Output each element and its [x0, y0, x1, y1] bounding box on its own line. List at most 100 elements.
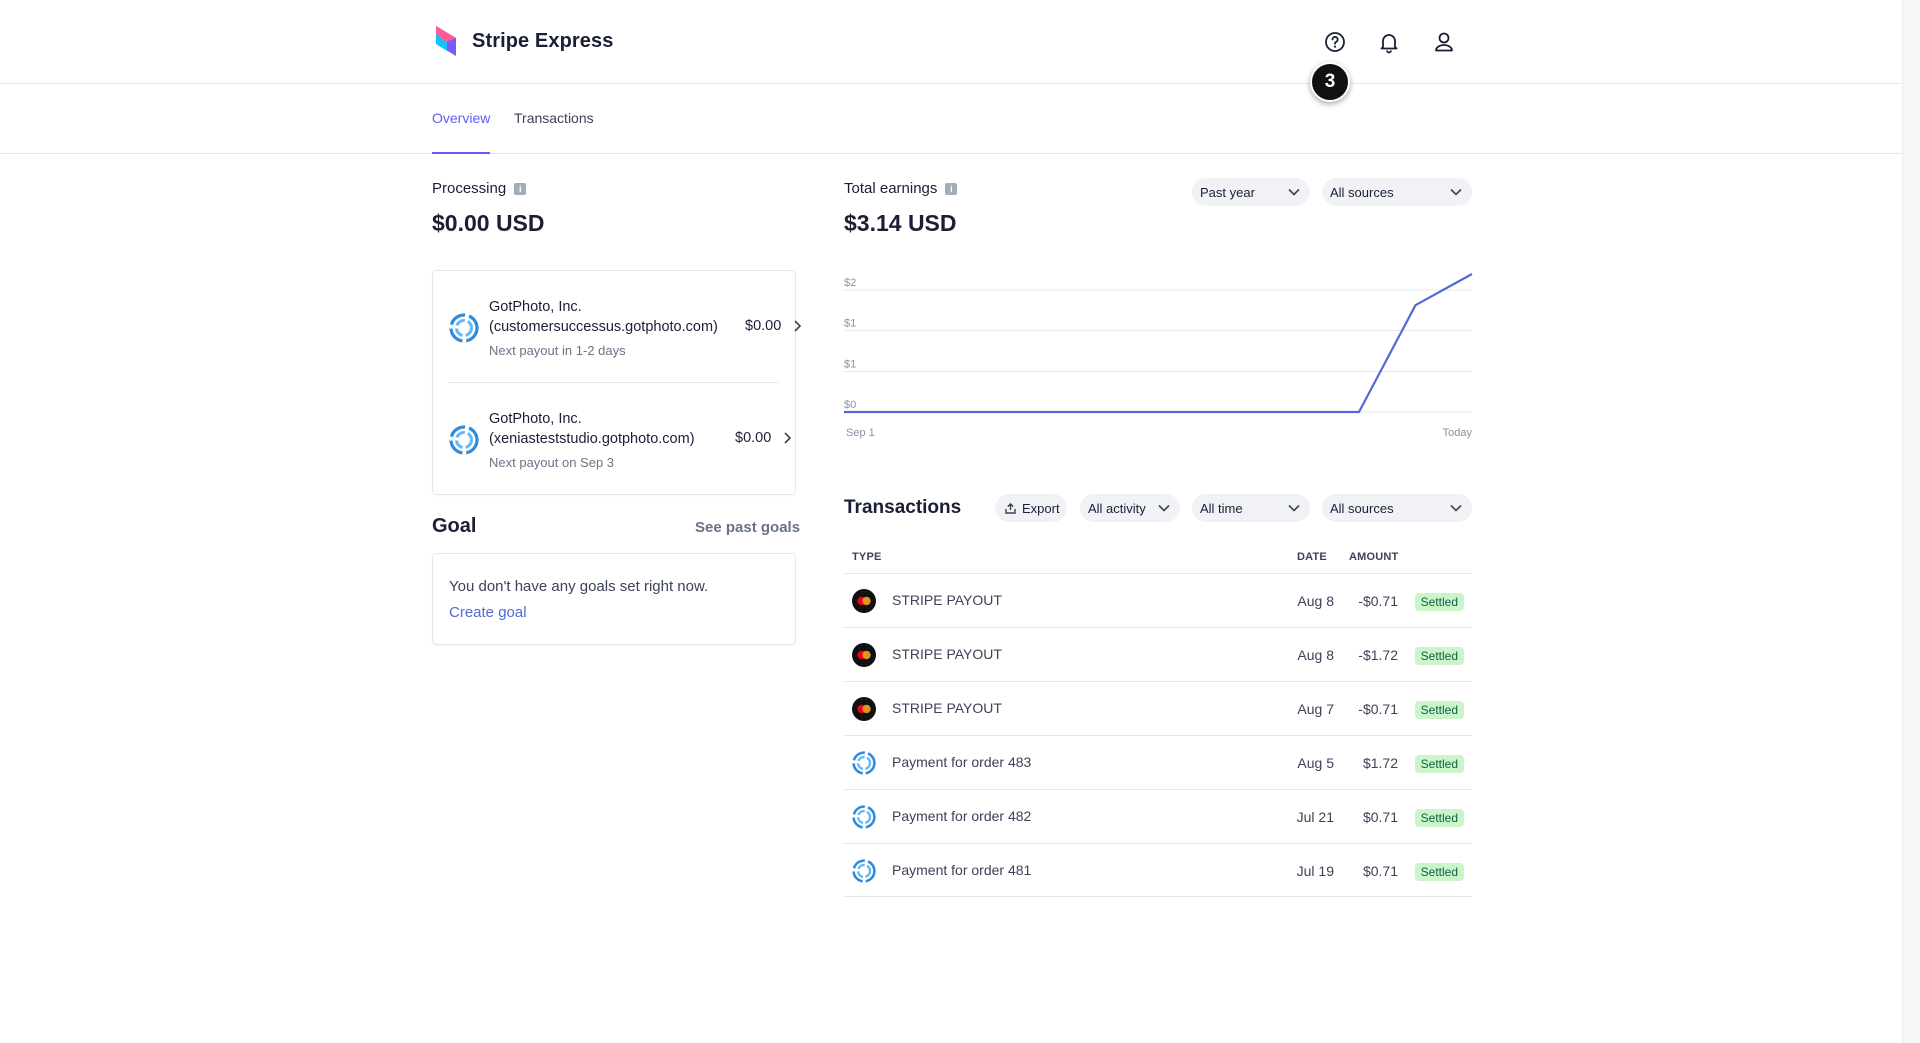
transaction-type: Payment for order 481	[892, 862, 1032, 878]
chevron-right-icon	[794, 320, 802, 332]
transaction-amount: $1.72	[1362, 755, 1398, 771]
earnings-series-line	[844, 273, 1473, 414]
tx-source-dropdown-value: All sources	[1330, 500, 1394, 516]
payouts-card: GotPhoto, Inc. (customersuccessus.gotpho…	[432, 270, 802, 495]
activity-dropdown[interactable]: All activity	[1080, 494, 1180, 522]
info-icon[interactable]: i	[514, 182, 527, 195]
transaction-date: Jul 19	[1296, 863, 1334, 879]
payout-amount: $0.00	[735, 430, 772, 446]
x-tick-label: Sep 1	[846, 427, 875, 439]
processing-title: Processing i	[432, 180, 527, 197]
column-header-type: TYPE	[852, 551, 882, 563]
payout-schedule: Next payout on Sep 3	[489, 455, 615, 470]
earnings-source-dropdown[interactable]: All sources	[1322, 178, 1472, 206]
chevron-down-icon	[1288, 187, 1300, 197]
status-badge: Settled	[1414, 755, 1464, 773]
payout-item[interactable]: GotPhoto, Inc. (xeniasteststudio.gotphot…	[449, 383, 792, 493]
info-icon[interactable]: i	[945, 182, 958, 195]
table-row[interactable]: Payment for order 482 Jul 21 $0.71 Settled	[844, 789, 1472, 843]
transaction-type: STRIPE PAYOUT	[892, 700, 1002, 716]
processing-label: Processing	[432, 180, 507, 197]
mastercard-icon	[852, 643, 876, 667]
mastercard-icon	[852, 589, 876, 613]
time-dropdown[interactable]: All time	[1192, 494, 1310, 522]
payout-schedule: Next payout in 1-2 days	[489, 343, 626, 358]
nav-tabs: Overview Transactions	[0, 84, 1902, 154]
chevron-down-icon	[1450, 187, 1462, 197]
transaction-amount: -$0.71	[1358, 701, 1398, 717]
transaction-type: STRIPE PAYOUT	[892, 592, 1002, 608]
stripe-express-logo-icon[interactable]	[434, 26, 458, 58]
y-tick-label: $2	[844, 277, 856, 289]
chevron-down-icon	[1158, 503, 1170, 513]
transaction-type: Payment for order 482	[892, 808, 1032, 824]
chevron-down-icon	[1288, 503, 1300, 513]
gotphoto-icon	[449, 313, 479, 343]
period-dropdown-value: Past year	[1200, 184, 1255, 200]
page-scrollbar[interactable]	[1902, 0, 1920, 1043]
transaction-type: STRIPE PAYOUT	[892, 646, 1002, 662]
table-row[interactable]: STRIPE PAYOUT Aug 8 -$0.71 Settled	[844, 573, 1472, 627]
payout-amount: $0.00	[745, 318, 782, 334]
status-badge: Settled	[1414, 593, 1464, 611]
transaction-date: Aug 8	[1297, 593, 1334, 609]
transaction-date: Aug 7	[1297, 701, 1334, 717]
transaction-date: Aug 5	[1297, 755, 1334, 771]
transaction-date: Aug 8	[1297, 647, 1334, 663]
processing-amount: $0.00 USD	[432, 210, 545, 236]
activity-dropdown-value: All activity	[1088, 500, 1146, 516]
table-row[interactable]: Payment for order 483 Aug 5 $1.72 Settled	[844, 735, 1472, 789]
period-dropdown[interactable]: Past year	[1192, 178, 1310, 206]
earnings-line-chart: $2 $1 $1 $0 Sep 1 Today	[844, 273, 1473, 439]
transactions-title: Transactions	[844, 497, 962, 518]
goal-title: Goal	[432, 515, 477, 537]
gotphoto-icon	[852, 859, 876, 883]
column-header-amount: AMOUNT	[1349, 551, 1399, 563]
table-row[interactable]: Payment for order 481 Jul 19 $0.71 Settled	[844, 843, 1472, 897]
export-label: Export	[1022, 500, 1060, 516]
bell-icon[interactable]	[1376, 29, 1402, 55]
top-header: Stripe Express	[0, 0, 1902, 84]
column-header-date: DATE	[1297, 551, 1327, 563]
transaction-date: Jul 21	[1296, 809, 1334, 825]
transaction-amount: -$1.72	[1358, 647, 1398, 663]
gotphoto-icon	[449, 425, 479, 455]
total-earnings-amount: $3.14 USD	[844, 210, 957, 236]
user-icon[interactable]	[1431, 29, 1457, 55]
mastercard-icon	[852, 697, 876, 721]
tab-transactions[interactable]: Transactions	[514, 110, 594, 154]
export-button[interactable]: Export	[995, 494, 1067, 522]
payout-account-name: GotPhoto, Inc. (customersuccessus.gotpho…	[489, 299, 718, 335]
transaction-amount: -$0.71	[1358, 593, 1398, 609]
y-tick-label: $1	[844, 318, 856, 330]
table-row[interactable]: STRIPE PAYOUT Aug 8 -$1.72 Settled	[844, 627, 1472, 681]
total-earnings-title: Total earnings i	[844, 180, 958, 197]
transaction-amount: $0.71	[1362, 809, 1398, 825]
status-badge: Settled	[1414, 701, 1464, 719]
table-row[interactable]: STRIPE PAYOUT Aug 7 -$0.71 Settled	[844, 681, 1472, 735]
goal-card: You don't have any goals set right now. …	[432, 553, 796, 645]
total-earnings-label: Total earnings	[844, 180, 938, 197]
transaction-type: Payment for order 483	[892, 754, 1032, 770]
help-icon[interactable]	[1322, 29, 1348, 55]
tx-source-dropdown[interactable]: All sources	[1322, 494, 1472, 522]
transaction-amount: $0.71	[1362, 863, 1398, 879]
y-tick-label: $0	[844, 399, 856, 411]
chevron-right-icon	[784, 432, 792, 444]
status-badge: Settled	[1414, 647, 1464, 665]
x-tick-label: Today	[1443, 427, 1473, 439]
gotphoto-icon	[852, 751, 876, 775]
gotphoto-icon	[852, 805, 876, 829]
see-past-goals-link[interactable]: See past goals	[695, 519, 800, 536]
tab-overview[interactable]: Overview	[432, 110, 491, 154]
status-badge: Settled	[1414, 863, 1464, 881]
export-icon	[1005, 502, 1016, 514]
brand-name: Stripe Express	[472, 30, 614, 52]
payout-account-name: GotPhoto, Inc. (xeniasteststudio.gotphot…	[489, 411, 695, 447]
status-badge: Settled	[1414, 809, 1464, 827]
time-dropdown-value: All time	[1200, 500, 1243, 516]
payout-item[interactable]: GotPhoto, Inc. (customersuccessus.gotpho…	[449, 271, 802, 381]
y-tick-label: $1	[844, 358, 856, 370]
chevron-down-icon	[1450, 503, 1462, 513]
create-goal-link[interactable]: Create goal	[449, 604, 527, 621]
